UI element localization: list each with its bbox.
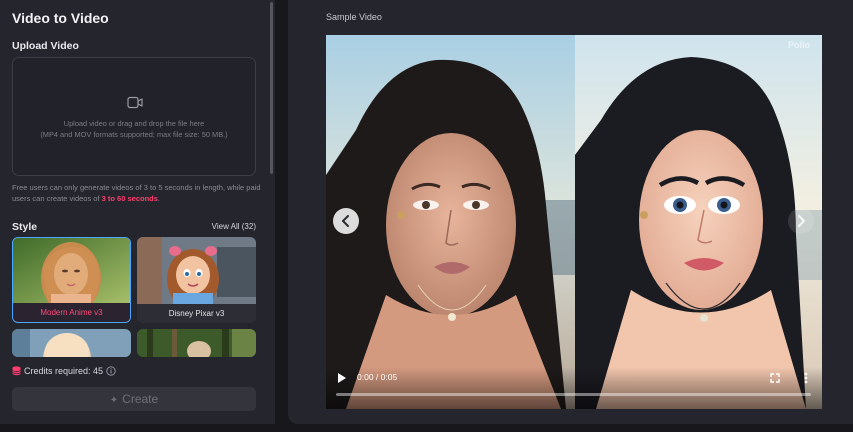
style-card-label: Modern Anime v3 xyxy=(13,303,130,322)
style-label: Style xyxy=(12,221,38,233)
database-icon xyxy=(12,366,21,376)
style-card-3[interactable] xyxy=(12,329,131,357)
length-notice: Free users can only generate videos of 3… xyxy=(12,183,264,204)
previous-sample-button[interactable] xyxy=(333,208,359,234)
sparkle-icon: ✦ xyxy=(109,395,119,406)
sample-video-label: Sample Video xyxy=(326,12,382,22)
video-camera-icon xyxy=(127,96,143,109)
notice-highlight: 3 to 60 seconds xyxy=(101,193,158,203)
style-card-4[interactable] xyxy=(137,329,256,357)
page-title: Video to Video xyxy=(12,10,109,26)
style-thumbnail xyxy=(12,329,131,357)
style-thumbnail xyxy=(137,237,256,304)
video-progress-bar[interactable] xyxy=(336,393,811,396)
upload-video-label: Upload Video xyxy=(12,40,79,52)
dropzone-instruction: Upload video or drag and drop the file h… xyxy=(63,119,205,128)
watermark-logo: Pollo xyxy=(788,40,810,50)
chevron-left-icon xyxy=(342,215,349,227)
style-card-modern-anime-v3[interactable]: Modern Anime v3 xyxy=(12,237,131,323)
style-thumbnail xyxy=(13,238,130,305)
video-frame xyxy=(326,35,822,409)
play-icon[interactable] xyxy=(337,372,347,384)
style-card-label: Disney Pixar v3 xyxy=(137,304,256,323)
info-icon[interactable] xyxy=(106,366,116,376)
view-all-styles-link[interactable]: View All (32) xyxy=(212,222,256,231)
left-panel-scrollbar[interactable] xyxy=(270,2,273,174)
create-button[interactable]: ✦ Create xyxy=(12,387,256,411)
next-sample-button[interactable] xyxy=(788,208,814,234)
video-time-display: 0:00 / 0:05 xyxy=(357,372,398,382)
create-button-label: Create xyxy=(122,392,159,406)
sample-video-player[interactable]: Pollo 0:00 / 0:05 xyxy=(326,35,822,409)
style-card-disney-pixar-v3[interactable]: Disney Pixar v3 xyxy=(137,237,256,323)
notice-end: . xyxy=(157,193,161,203)
chevron-right-icon xyxy=(798,215,805,227)
style-thumbnail xyxy=(137,329,256,357)
video-controls-bar xyxy=(326,367,822,409)
dropzone-format-note: (MP4 and MOV formats supported; max file… xyxy=(40,130,228,139)
credits-required: Credits required: 45 xyxy=(12,366,116,376)
fullscreen-icon[interactable] xyxy=(770,373,780,383)
video-dropzone[interactable]: Upload video or drag and drop the file h… xyxy=(12,57,256,176)
credits-label: Credits required: 45 xyxy=(24,366,104,376)
more-vertical-icon[interactable] xyxy=(804,372,808,384)
